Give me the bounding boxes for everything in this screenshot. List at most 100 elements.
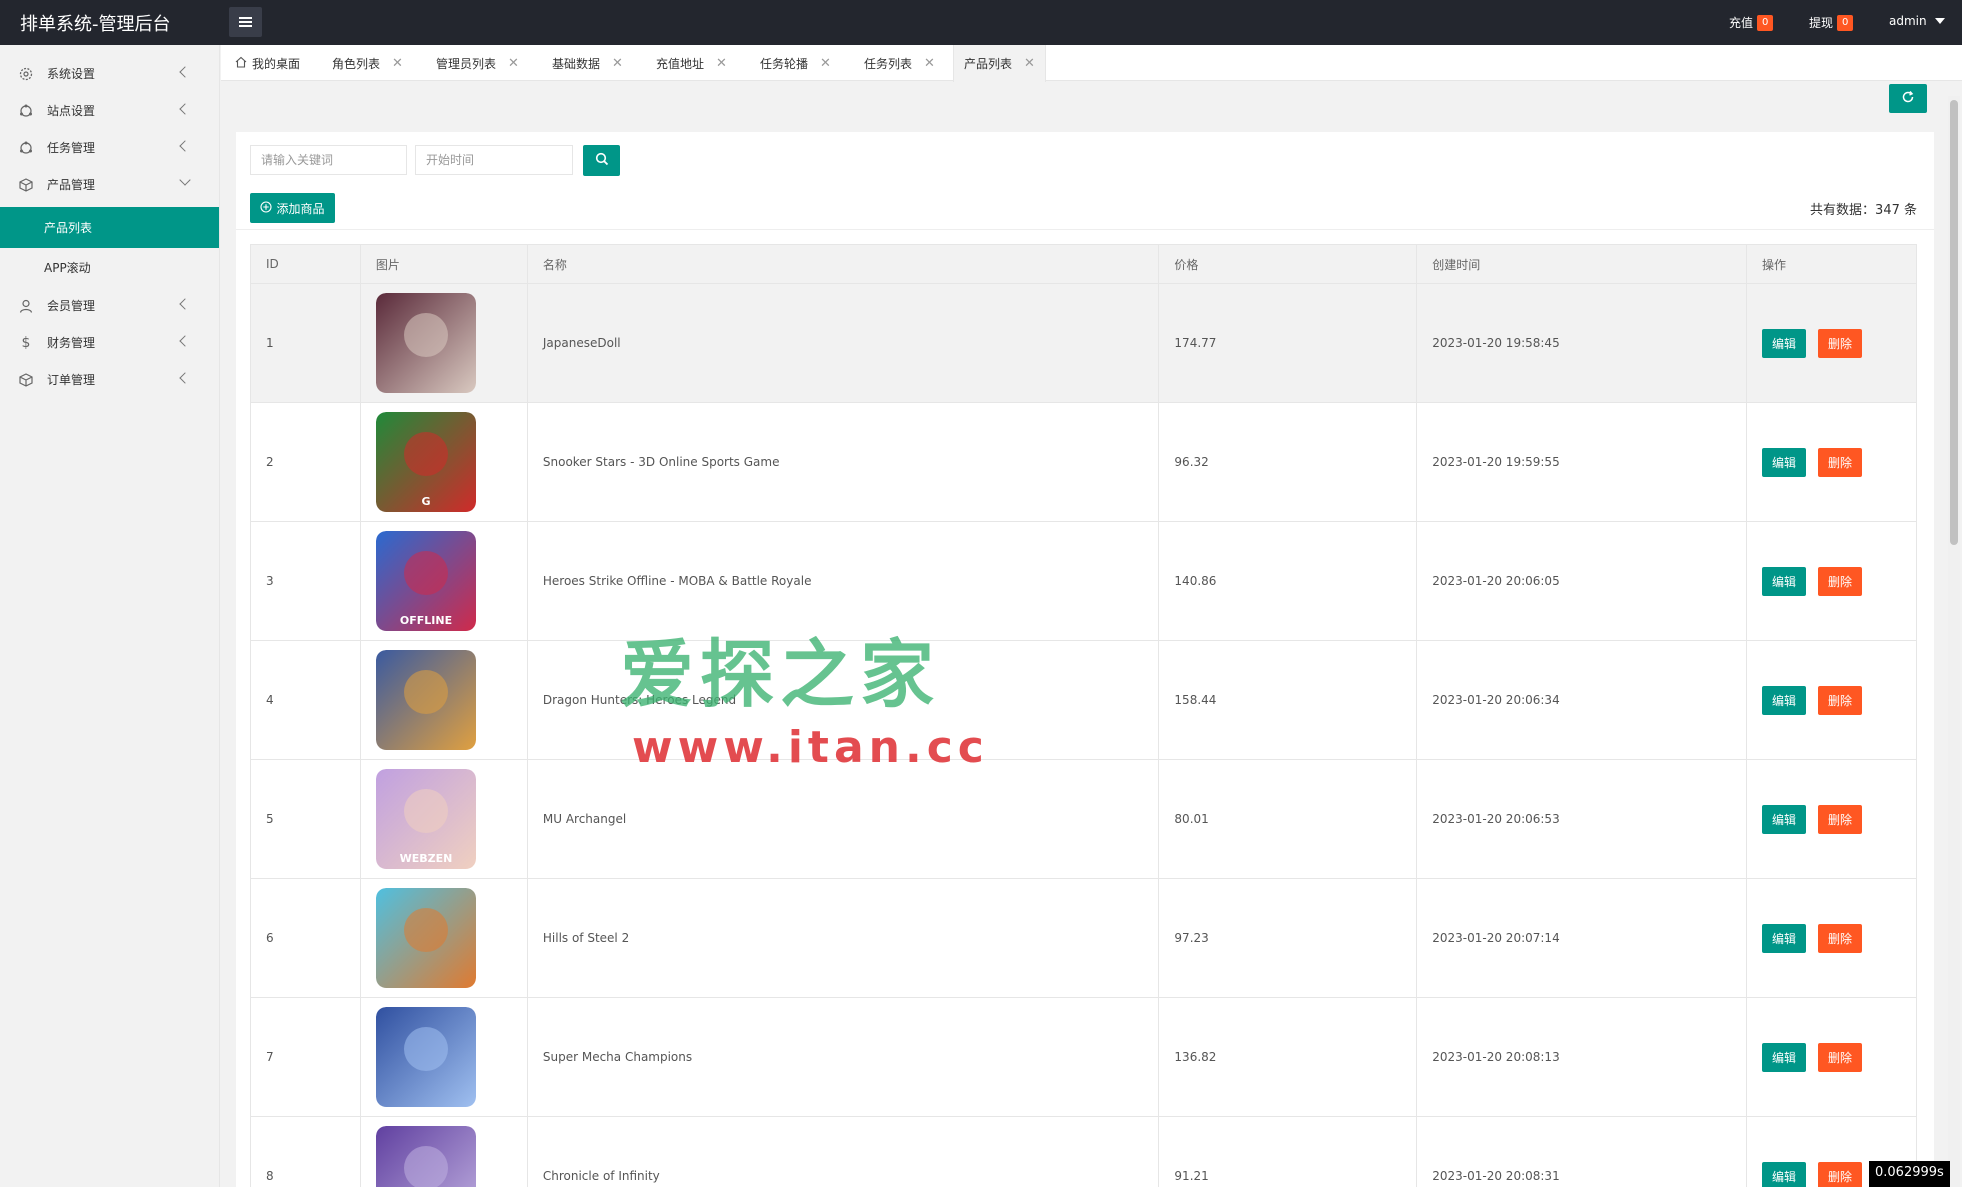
tab-role-list[interactable]: 角色列表 ✕	[322, 45, 413, 81]
edit-button[interactable]: 编辑	[1762, 566, 1807, 596]
tab-task-list[interactable]: 任务列表 ✕	[854, 45, 945, 81]
cell-price: 158.44	[1158, 640, 1418, 760]
thumbnail-caption: WEBZEN	[400, 852, 453, 865]
cell-actions: 编辑 删除	[1746, 402, 1917, 522]
cell-created: 2023-01-20 20:08:13	[1416, 997, 1748, 1117]
sidebar-item-order-management[interactable]: 订单管理	[0, 361, 219, 398]
tab-label: 任务列表	[864, 56, 913, 71]
cell-created: 2023-01-20 20:06:34	[1416, 640, 1748, 760]
cell-actions: 编辑 删除	[1746, 997, 1917, 1117]
tab-base-data[interactable]: 基础数据 ✕	[542, 45, 633, 81]
refresh-button[interactable]	[1889, 84, 1927, 113]
box-icon	[19, 177, 33, 192]
chevron-left-icon	[179, 298, 191, 310]
menu-toggle-button[interactable]	[229, 7, 262, 37]
close-icon[interactable]: ✕	[924, 56, 935, 71]
refresh-icon	[1901, 90, 1915, 107]
cell-name: Snooker Stars - 3D Online Sports Game	[526, 402, 1160, 522]
sidebar-item-product-management[interactable]: 产品管理	[0, 166, 219, 203]
recharge-label: 充值	[1729, 16, 1754, 30]
delete-button[interactable]: 删除	[1818, 923, 1863, 953]
table-row: 7 Super Mecha Champions 136.82 2023-01-20 2…	[250, 997, 1917, 1117]
close-icon[interactable]: ✕	[508, 56, 519, 71]
cell-id: 3	[250, 521, 361, 641]
delete-button[interactable]: 删除	[1818, 566, 1863, 596]
tab-admin-list[interactable]: 管理员列表 ✕	[426, 45, 529, 81]
sidebar-item-system-settings[interactable]: 系统设置	[0, 55, 219, 92]
cell-id: 8	[250, 1116, 361, 1187]
sidebar-item-finance-management[interactable]: $ 财务管理	[0, 324, 219, 361]
tab-product-list[interactable]: 产品列表 ✕	[953, 45, 1046, 82]
start-date-input[interactable]	[415, 145, 573, 175]
close-icon[interactable]: ✕	[716, 56, 727, 71]
divider	[236, 229, 1934, 230]
cell-price: 136.82	[1158, 997, 1418, 1117]
total-count: 共有数据：347 条	[1810, 203, 1917, 218]
delete-button[interactable]: 删除	[1818, 804, 1863, 834]
cell-price: 91.21	[1158, 1116, 1418, 1187]
keyword-input[interactable]	[250, 145, 407, 175]
cell-created: 2023-01-20 20:07:14	[1416, 878, 1748, 998]
home-icon	[235, 56, 247, 71]
add-product-button[interactable]: 添加商品	[250, 193, 335, 223]
delete-button[interactable]: 删除	[1818, 1161, 1863, 1187]
chevron-left-icon	[179, 140, 191, 152]
withdraw-label: 提现	[1809, 16, 1834, 30]
cell-name: Dragon Hunters: Heroes Legend	[526, 640, 1160, 760]
tab-bar: 我的桌面 角色列表 ✕ 管理员列表 ✕ 基础数据 ✕ 充值地址 ✕ 任务轮播 ✕ 任务列表…	[221, 45, 1962, 82]
withdraw-link[interactable]: 提现 0	[1809, 14, 1854, 31]
column-header-price: 价格	[1158, 244, 1418, 284]
tab-my-desktop[interactable]: 我的桌面	[225, 45, 310, 81]
sidebar-item-label: 任务管理	[47, 141, 96, 155]
delete-button[interactable]: 删除	[1818, 447, 1863, 477]
user-menu[interactable]: admin	[1889, 14, 1945, 28]
cell-name: JapaneseDoll	[526, 283, 1160, 403]
product-thumbnail	[375, 888, 476, 988]
edit-button[interactable]: 编辑	[1762, 328, 1807, 358]
close-icon[interactable]: ✕	[392, 56, 403, 71]
search-button[interactable]	[583, 145, 620, 176]
scrollbar-thumb[interactable]	[1950, 100, 1958, 545]
vertical-scrollbar[interactable]	[1948, 96, 1960, 1187]
recharge-link[interactable]: 充值 0	[1729, 14, 1774, 31]
edit-button[interactable]: 编辑	[1762, 1161, 1807, 1187]
close-icon[interactable]: ✕	[1024, 56, 1035, 71]
top-header: 排单系统-管理后台 充值 0 提现 0 admin	[0, 0, 1962, 45]
tab-recharge-address[interactable]: 充值地址 ✕	[646, 45, 737, 81]
column-header-name: 名称	[526, 244, 1160, 284]
sidebar-item-member-management[interactable]: 会员管理	[0, 287, 219, 324]
sidebar-subitem-app-scroll[interactable]: APP滚动	[0, 248, 219, 287]
sidebar-item-label: 财务管理	[47, 336, 96, 350]
sidebar-item-task-management[interactable]: 任务管理	[0, 129, 219, 166]
close-icon[interactable]: ✕	[612, 56, 623, 71]
edit-button[interactable]: 编辑	[1762, 1042, 1807, 1072]
tab-label: 充值地址	[656, 56, 705, 71]
close-icon[interactable]: ✕	[820, 56, 831, 71]
table-row: 4 Dragon Hunters: Heroes Legend 158.44 2023…	[250, 640, 1917, 760]
tab-task-carousel[interactable]: 任务轮播 ✕	[750, 45, 841, 81]
cell-name: Heroes Strike Offline - MOBA & Battle Ro…	[526, 521, 1160, 641]
delete-button[interactable]: 删除	[1818, 685, 1863, 715]
cell-actions: 编辑 删除	[1746, 759, 1917, 879]
sidebar-item-label: 产品管理	[47, 178, 96, 192]
edit-button[interactable]: 编辑	[1762, 685, 1807, 715]
tab-label: 基础数据	[552, 56, 601, 71]
product-table: ID 图片 名称 价格 创建时间 操作 1 JapaneseDoll 174.77 2…	[250, 244, 1917, 1187]
recharge-badge: 0	[1757, 14, 1774, 31]
sidebar-item-site-settings[interactable]: 站点设置	[0, 92, 219, 129]
cell-created: 2023-01-20 20:06:05	[1416, 521, 1748, 641]
cell-image	[359, 997, 528, 1117]
cell-id: 6	[250, 878, 361, 998]
edit-button[interactable]: 编辑	[1762, 804, 1807, 834]
cell-price: 140.86	[1158, 521, 1418, 641]
delete-button[interactable]: 删除	[1818, 328, 1863, 358]
chevron-left-icon	[179, 372, 191, 384]
edit-button[interactable]: 编辑	[1762, 447, 1807, 477]
cell-image: OFFLINE	[359, 521, 528, 641]
table-header-row: ID 图片 名称 价格 创建时间 操作	[250, 244, 1917, 284]
sidebar-subitem-product-list[interactable]: 产品列表	[0, 207, 219, 248]
delete-button[interactable]: 删除	[1818, 1042, 1863, 1072]
chevron-left-icon	[179, 335, 191, 347]
cell-image	[359, 878, 528, 998]
edit-button[interactable]: 编辑	[1762, 923, 1807, 953]
